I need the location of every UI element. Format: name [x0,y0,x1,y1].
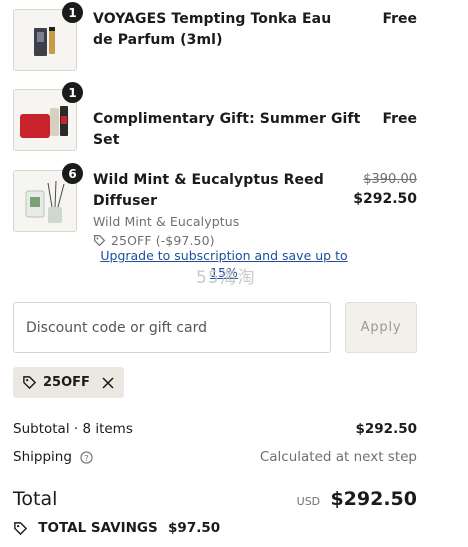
total-value: $292.50 [330,488,417,510]
total-label: Total [13,488,58,510]
savings-tag-icon [13,521,28,536]
subtotal-value: $292.50 [355,421,418,437]
item-variant: Wild Mint & Eucalyptus [93,214,240,229]
applied-code-chip: 25OFF [13,367,124,398]
savings-label: TOTAL SAVINGS [38,520,158,536]
svg-text:?: ? [84,452,88,462]
currency-code: USD [296,495,321,508]
applied-code: 25OFF [43,375,90,390]
item-title-text: Wild Mint & Eucalyptus Reed Diffuser [93,172,324,209]
item-price: Free [382,11,417,27]
tag-icon [22,375,37,390]
remove-code-icon[interactable] [102,376,114,389]
watermark: 55海淘 [196,268,256,288]
item-price-block: $390.00 $292.50 [353,170,417,210]
item-price: $292.50 [353,191,417,207]
subtotal-row: Subtotal · 8 items $292.50 [13,419,417,439]
total-amount: USD $292.50 [297,486,417,515]
item-title: VOYAGES Tempting Tonka Eau de Parfum (3m… [93,11,332,48]
shipping-value: Calculated at next step [259,449,417,465]
quantity-badge: 1 [62,2,83,23]
item-title: Wild Mint & Eucalyptus Reed Diffuser Wil… [93,170,343,250]
subtotal-label: Subtotal · 8 items [13,421,133,437]
tag-icon [93,234,106,247]
shipping-label: Shipping [13,449,72,465]
total-row: Total USD $292.50 [13,486,417,514]
quantity-badge: 1 [62,82,83,103]
help-icon[interactable]: ? [80,450,93,464]
apply-button[interactable]: Apply [345,302,417,353]
item-title: Complimentary Gift: Summer Gift Set [93,111,361,148]
quantity-badge: 6 [62,163,83,184]
item-price: Free [382,111,417,127]
original-price: $390.00 [363,172,417,187]
shipping-row: Shipping ? Calculated at next step [13,447,417,467]
total-savings-row: TOTAL SAVINGS $97.50 [13,518,417,538]
savings-value: $97.50 [168,520,221,536]
discount-code-input[interactable]: Discount code or gift card [13,302,331,353]
